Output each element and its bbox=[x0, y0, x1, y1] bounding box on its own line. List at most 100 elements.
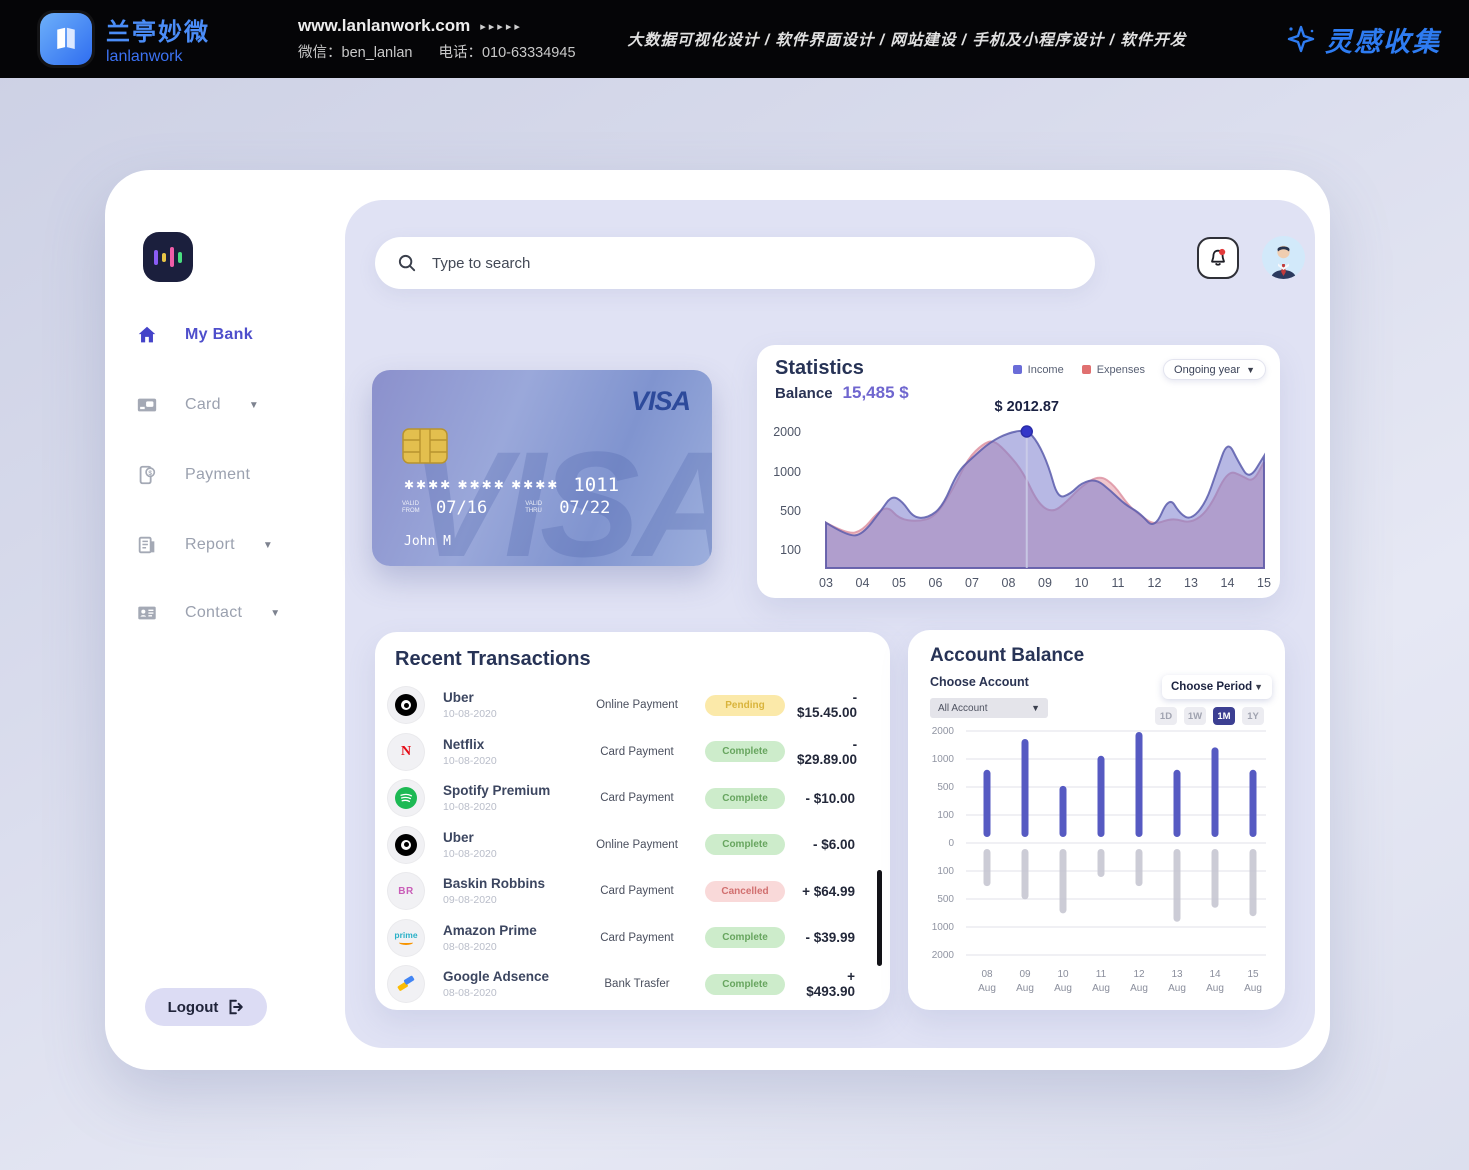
brand-name-zh: 兰亭妙微 bbox=[106, 12, 210, 47]
logout-button[interactable]: Logout bbox=[145, 988, 267, 1026]
account-select-dropdown[interactable]: All Account ▼ bbox=[930, 698, 1048, 718]
status-badge: Complete bbox=[705, 927, 785, 948]
choose-period-label: Choose Period bbox=[1171, 681, 1252, 693]
svg-text:0: 0 bbox=[948, 838, 954, 849]
card-chip-icon bbox=[402, 428, 448, 469]
logo-bar bbox=[170, 247, 174, 267]
transaction-type: Card Payment bbox=[581, 792, 693, 804]
svg-text:100: 100 bbox=[780, 543, 801, 557]
transactions-list: Uber 10-08-2020 Online Payment Pending -… bbox=[387, 682, 865, 1008]
brand-name-en: lanlanwork bbox=[106, 48, 210, 66]
brand-block: 兰亭妙微 lanlanwork bbox=[106, 12, 210, 66]
transaction-row-spotify[interactable]: Spotify Premium 10-08-2020 Card Payment … bbox=[387, 775, 865, 822]
choose-period-dropdown[interactable]: Choose Period ▼ bbox=[1162, 675, 1272, 699]
sidebar-item-label: Report bbox=[185, 536, 235, 554]
collect-logo-block: 灵感收集 bbox=[1285, 20, 1441, 59]
svg-text:09Aug: 09Aug bbox=[1016, 969, 1034, 994]
chevron-down-icon: ▼ bbox=[263, 540, 273, 551]
baskin-robbins-icon: BR bbox=[387, 872, 425, 910]
logo-bar bbox=[178, 252, 182, 263]
status-badge: Cancelled bbox=[705, 881, 785, 902]
transaction-date: 10-08-2020 bbox=[443, 755, 581, 767]
account-balance-card: Account Balance Choose Account All Accou… bbox=[908, 630, 1285, 1010]
transaction-date: 08-08-2020 bbox=[443, 987, 581, 999]
sidebar-item-my-bank[interactable]: My Bank bbox=[135, 318, 325, 352]
logo-bar bbox=[154, 250, 158, 265]
valid-from-value: 07/16 bbox=[436, 498, 487, 518]
account-select-value: All Account bbox=[938, 703, 987, 714]
google-adsense-icon bbox=[387, 965, 425, 1003]
ongoing-year-dropdown[interactable]: Ongoing year ▼ bbox=[1163, 359, 1266, 380]
visa-brand-logo: VISA bbox=[631, 386, 690, 417]
svg-text:13: 13 bbox=[1184, 576, 1198, 590]
collect-logo-text: 灵感收集 bbox=[1325, 20, 1441, 59]
account-balance-title: Account Balance bbox=[930, 645, 1084, 667]
card-number-masked: ✱✱✱✱ ✱✱✱✱ ✱✱✱✱ bbox=[404, 478, 559, 492]
svg-text:$: $ bbox=[148, 470, 152, 477]
svg-text:11: 11 bbox=[1112, 576, 1125, 590]
transaction-name: Baskin Robbins bbox=[443, 876, 581, 891]
svg-text:500: 500 bbox=[937, 894, 954, 905]
bank-logo bbox=[143, 232, 193, 282]
visa-bank-card: VISA VISA ✱✱✱✱ ✱✱✱✱ ✱✱✱✱ 1011 VALID FROM… bbox=[372, 370, 712, 566]
svg-text:12: 12 bbox=[1148, 576, 1162, 590]
logo-bar bbox=[162, 253, 166, 262]
transaction-type: Online Payment bbox=[581, 699, 693, 711]
svg-text:05: 05 bbox=[892, 576, 906, 590]
transaction-date: 08-08-2020 bbox=[443, 941, 581, 953]
search-bar bbox=[375, 237, 1095, 289]
transaction-amount: - $15.45.00 bbox=[797, 690, 867, 720]
transaction-name: Uber bbox=[443, 830, 581, 845]
sidebar-item-contact[interactable]: Contact ▼ bbox=[135, 596, 325, 630]
svg-text:07: 07 bbox=[965, 576, 979, 590]
legend-income-label: Income bbox=[1028, 364, 1064, 376]
status-badge: Complete bbox=[705, 788, 785, 809]
svg-text:2000: 2000 bbox=[932, 726, 955, 737]
svg-text:500: 500 bbox=[937, 782, 954, 793]
contact-card-icon bbox=[135, 601, 159, 625]
sidebar-item-card[interactable]: Card ▼ bbox=[135, 388, 325, 422]
period-buttons: 1D 1W 1M 1Y bbox=[1155, 707, 1264, 725]
period-button-1y[interactable]: 1Y bbox=[1242, 707, 1264, 725]
transaction-row-google-adsense[interactable]: Google Adsence 08-08-2020 Bank Trasfer C… bbox=[387, 961, 865, 1008]
svg-text:100: 100 bbox=[937, 810, 954, 821]
transaction-type: Online Payment bbox=[581, 839, 693, 851]
amazon-prime-icon: prime bbox=[387, 919, 425, 957]
search-input[interactable] bbox=[432, 255, 1095, 272]
svg-text:2000: 2000 bbox=[932, 950, 955, 961]
sidebar-item-report[interactable]: Report ▼ bbox=[135, 528, 325, 562]
balance-label: Balance bbox=[775, 385, 833, 402]
transaction-row-amazon-prime[interactable]: prime Amazon Prime 08-08-2020 Card Payme… bbox=[387, 915, 865, 962]
scrollbar-thumb[interactable] bbox=[877, 870, 882, 966]
phone-number: 电话：010-63334945 bbox=[438, 41, 575, 62]
home-icon bbox=[135, 323, 159, 347]
valid-thru-value: 07/22 bbox=[559, 498, 610, 518]
statistics-legend: Income Expenses Ongoing year ▼ bbox=[1013, 359, 1266, 380]
sidebar: My Bank Card ▼ $ Payment Report ▼ bbox=[105, 170, 345, 1070]
transaction-amount: - $39.99 bbox=[797, 930, 865, 945]
legend-income: Income bbox=[1013, 364, 1064, 376]
chevron-down-icon: ▼ bbox=[1246, 365, 1255, 375]
svg-text:12Aug: 12Aug bbox=[1130, 969, 1148, 994]
period-button-1w[interactable]: 1W bbox=[1184, 707, 1206, 725]
svg-text:09: 09 bbox=[1038, 576, 1052, 590]
transaction-row-baskin-robbins[interactable]: BR Baskin Robbins 09-08-2020 Card Paymen… bbox=[387, 868, 865, 915]
transaction-row-uber[interactable]: Uber 10-08-2020 Online Payment Pending -… bbox=[387, 682, 865, 729]
wechat-id: 微信：ben_lanlan bbox=[298, 41, 412, 62]
svg-text:10Aug: 10Aug bbox=[1054, 969, 1072, 994]
legend-expenses-label: Expenses bbox=[1097, 364, 1145, 376]
transaction-row-uber-2[interactable]: Uber 10-08-2020 Online Payment Complete … bbox=[387, 822, 865, 869]
status-badge: Complete bbox=[705, 741, 785, 762]
period-button-1m[interactable]: 1M bbox=[1213, 707, 1235, 725]
notifications-button[interactable] bbox=[1197, 237, 1239, 279]
svg-text:500: 500 bbox=[780, 504, 801, 518]
transaction-date: 09-08-2020 bbox=[443, 894, 581, 906]
period-button-1d[interactable]: 1D bbox=[1155, 707, 1177, 725]
sidebar-item-payment[interactable]: $ Payment bbox=[135, 458, 325, 492]
card-number-last4: 1011 bbox=[573, 474, 619, 496]
valid-thru-label: VALID THRU bbox=[525, 501, 553, 515]
transaction-date: 10-08-2020 bbox=[443, 708, 581, 720]
transaction-amount: - $29.89.00 bbox=[797, 737, 867, 767]
transaction-row-netflix[interactable]: N Netflix 10-08-2020 Card Payment Comple… bbox=[387, 729, 865, 776]
user-avatar[interactable] bbox=[1262, 236, 1305, 279]
